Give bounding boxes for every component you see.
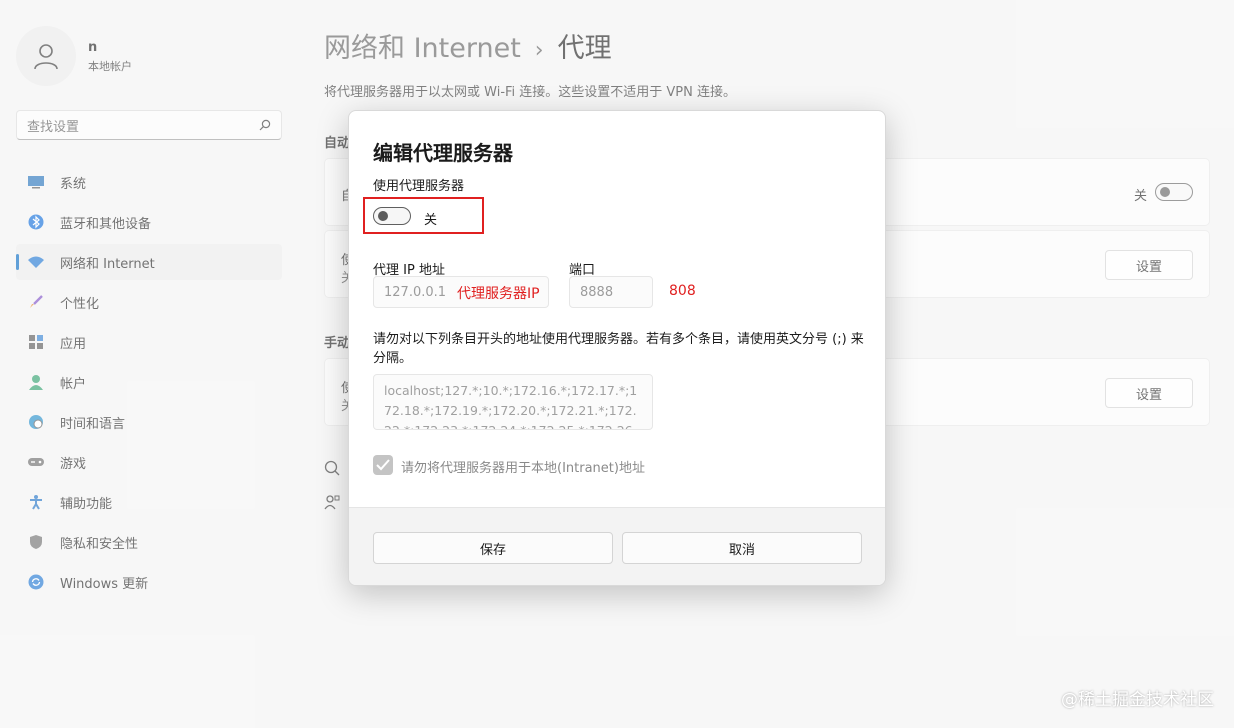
bypass-local-label: 请勿将代理服务器用于本地(Intranet)地址 bbox=[401, 461, 645, 476]
exceptions-label: 请勿对以下列条目开头的地址使用代理服务器。若有多个条目，请使用英文分号 (;) … bbox=[373, 332, 864, 366]
save-button[interactable]: 保存 bbox=[373, 532, 613, 564]
cancel-button[interactable]: 取消 bbox=[622, 532, 862, 564]
use-proxy-label: 使用代理服务器 bbox=[373, 179, 465, 194]
use-proxy-toggle[interactable] bbox=[373, 207, 411, 225]
dialog-title: 编辑代理服务器 bbox=[373, 141, 513, 165]
dialog-footer: 保存 取消 bbox=[349, 507, 885, 585]
exceptions-textarea[interactable]: localhost;127.*;10.*;172.16.*;172.17.*;1… bbox=[373, 374, 653, 430]
port-input[interactable]: 8888 bbox=[569, 276, 653, 308]
port-annotation: 808 bbox=[669, 283, 696, 299]
bypass-local-checkbox[interactable] bbox=[373, 455, 393, 475]
proxy-ip-annotation: 代理服务器IP bbox=[457, 286, 540, 302]
watermark: @稀土掘金技术社区 bbox=[1061, 690, 1214, 710]
proxy-ip-placeholder: 127.0.0.1 bbox=[384, 284, 447, 300]
port-placeholder: 8888 bbox=[580, 284, 614, 300]
checkmark-icon bbox=[376, 459, 390, 471]
use-proxy-state: 关 bbox=[424, 213, 438, 228]
edit-proxy-dialog: 编辑代理服务器 使用代理服务器 关 代理 IP 地址 127.0.0.1 代理服… bbox=[348, 110, 886, 586]
